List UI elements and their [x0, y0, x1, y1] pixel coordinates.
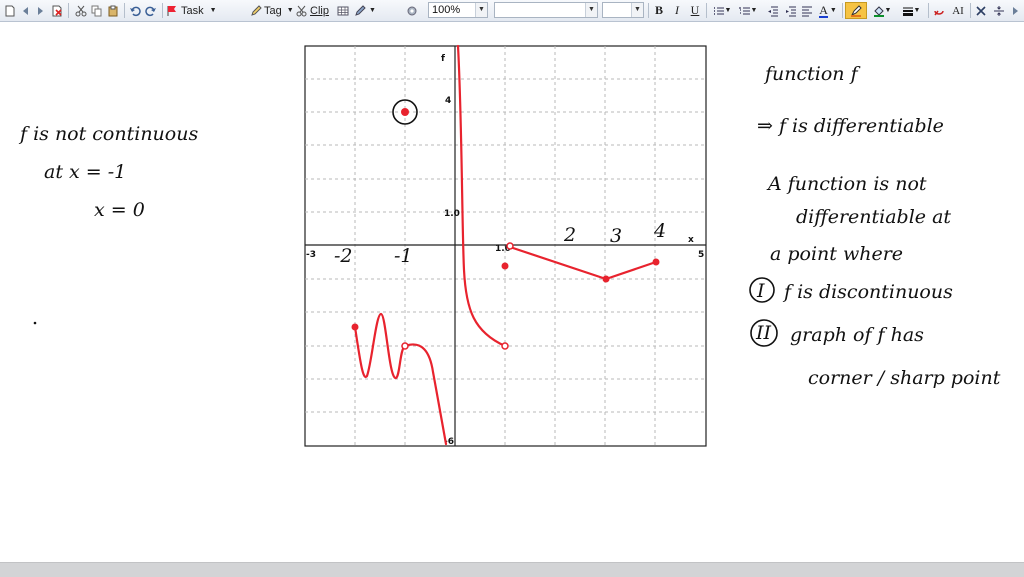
note-not-continuous: f is not continuous [18, 123, 198, 145]
clip-label: Clip [310, 4, 329, 17]
delete-page-icon[interactable] [50, 2, 64, 19]
cut-icon[interactable] [74, 2, 88, 19]
tick-label-x-max: 5 [698, 250, 704, 260]
note-point-where: a point where [770, 243, 903, 265]
bold-button[interactable]: B [652, 2, 666, 19]
ink-dot [33, 321, 37, 325]
ink-x-label-minus-one: -1 [394, 245, 413, 267]
chevron-down-icon: ▼ [286, 7, 294, 14]
task-button[interactable]: Task ▼ [166, 2, 238, 19]
note-function-not: A function is not [766, 173, 927, 195]
note-x-zero: x = 0 [94, 199, 145, 221]
font-button[interactable]: AI [948, 2, 968, 19]
settings-icon[interactable] [404, 2, 420, 19]
ink-x-label-four: 4 [653, 220, 666, 242]
open-point-below-one [501, 342, 509, 350]
ink-x-label-two: 2 [563, 224, 576, 246]
note-graph-has: graph of f has [790, 324, 924, 346]
closed-point-isolated [401, 108, 409, 116]
clear-format-icon[interactable] [932, 2, 946, 19]
note-number-one: I [756, 280, 765, 302]
note-f-differentiable: ⇒ f is differentiable [757, 115, 944, 137]
new-page-icon[interactable] [3, 2, 17, 19]
pen-options-button[interactable]: ▼ [354, 2, 380, 19]
tick-label-y-one: 1.0 [444, 209, 460, 219]
line-weight-icon [902, 7, 913, 16]
highlighter-button[interactable] [845, 2, 867, 19]
style-select[interactable]: ▼ [494, 2, 598, 18]
decrease-indent-icon[interactable] [766, 2, 780, 19]
horizontal-scrollbar[interactable] [0, 562, 1024, 577]
scroll-right-icon[interactable] [1008, 2, 1022, 19]
font-color-button[interactable]: A ▼ [816, 2, 840, 19]
zoom-value: 100% [432, 4, 461, 16]
chevron-down-icon: ▼ [750, 7, 758, 14]
number-list-icon [738, 6, 750, 14]
closed-point-left-end [351, 323, 359, 331]
x-axis-label: x [688, 235, 694, 245]
chevron-down-icon: ▼ [585, 3, 597, 17]
chevron-down-icon: ▼ [475, 3, 487, 17]
task-label: Task [181, 4, 204, 17]
redo-icon[interactable] [144, 2, 158, 19]
chevron-down-icon: ▼ [913, 7, 921, 14]
increase-indent-icon[interactable] [784, 2, 798, 19]
note-canvas[interactable]: -3 5 4 1.0 -6 1.0 f x -2 -1 2 3 4 f is n… [0, 22, 1024, 562]
close-icon[interactable] [974, 2, 988, 19]
align-icon[interactable] [800, 2, 814, 19]
bullet-list-icon [713, 6, 724, 15]
corner-point [602, 275, 610, 283]
number-list-button[interactable]: ▼ [736, 2, 760, 19]
flag-icon [167, 5, 176, 16]
insert-space-icon[interactable] [992, 2, 1006, 19]
forward-arrow-icon[interactable] [34, 2, 46, 19]
paste-icon[interactable] [106, 2, 120, 19]
chevron-down-icon: ▼ [631, 3, 643, 17]
chevron-down-icon: ▼ [724, 7, 732, 14]
tag-label: Tag [264, 4, 282, 17]
chevron-down-icon: ▼ [829, 7, 837, 14]
pencil-icon [251, 4, 262, 16]
undo-icon[interactable] [128, 2, 142, 19]
pen-icon [355, 4, 366, 16]
table-icon[interactable] [336, 2, 350, 19]
toolbar: Task ▼ Tag ▼ Clip ▼ 100% ▼ ▼ ▼ B I U ▼ ▼… [0, 0, 1024, 22]
font-size-select[interactable]: ▼ [602, 2, 644, 18]
closed-point-at-one [501, 262, 509, 270]
chevron-down-icon: ▼ [209, 7, 217, 14]
bullet-list-button[interactable]: ▼ [710, 2, 734, 19]
note-function-f: function f [763, 63, 861, 85]
chevron-down-icon: ▼ [884, 7, 892, 14]
tick-label-y-max: 4 [445, 96, 451, 106]
back-arrow-icon[interactable] [20, 2, 32, 19]
note-number-two: II [755, 322, 772, 344]
highlighter-icon [850, 4, 862, 17]
ink-x-label-minus-two: -2 [334, 245, 353, 267]
note-differentiable-at: differentiable at [796, 206, 951, 228]
underline-button[interactable]: U [688, 2, 702, 19]
y-axis-label: f [441, 54, 445, 64]
note-corner-sharp-point: corner / sharp point [808, 367, 1001, 389]
note-at-x-minus-one: at x = -1 [44, 161, 126, 183]
chevron-down-icon: ▼ [369, 7, 376, 14]
tag-button[interactable]: Tag ▼ [250, 2, 294, 19]
closed-point-right-end [652, 258, 660, 266]
tick-label-x-min: -3 [306, 250, 316, 260]
note-discontinuous: f is discontinuous [782, 281, 953, 303]
graph: -3 5 4 1.0 -6 1.0 f x [304, 44, 707, 447]
open-point-axis-one [506, 242, 514, 250]
paint-bucket-icon [873, 5, 884, 17]
ink-x-label-three: 3 [610, 225, 622, 247]
font-color-label: A [819, 2, 828, 18]
clip-button[interactable]: Clip [296, 2, 332, 19]
fill-color-button[interactable]: ▼ [870, 2, 894, 19]
italic-button[interactable]: I [670, 2, 684, 19]
line-style-button[interactable]: ▼ [898, 2, 924, 19]
zoom-select[interactable]: 100% ▼ [428, 2, 488, 18]
open-point-minus-one [401, 342, 409, 350]
scissors-icon [296, 5, 307, 16]
copy-icon[interactable] [90, 2, 104, 19]
